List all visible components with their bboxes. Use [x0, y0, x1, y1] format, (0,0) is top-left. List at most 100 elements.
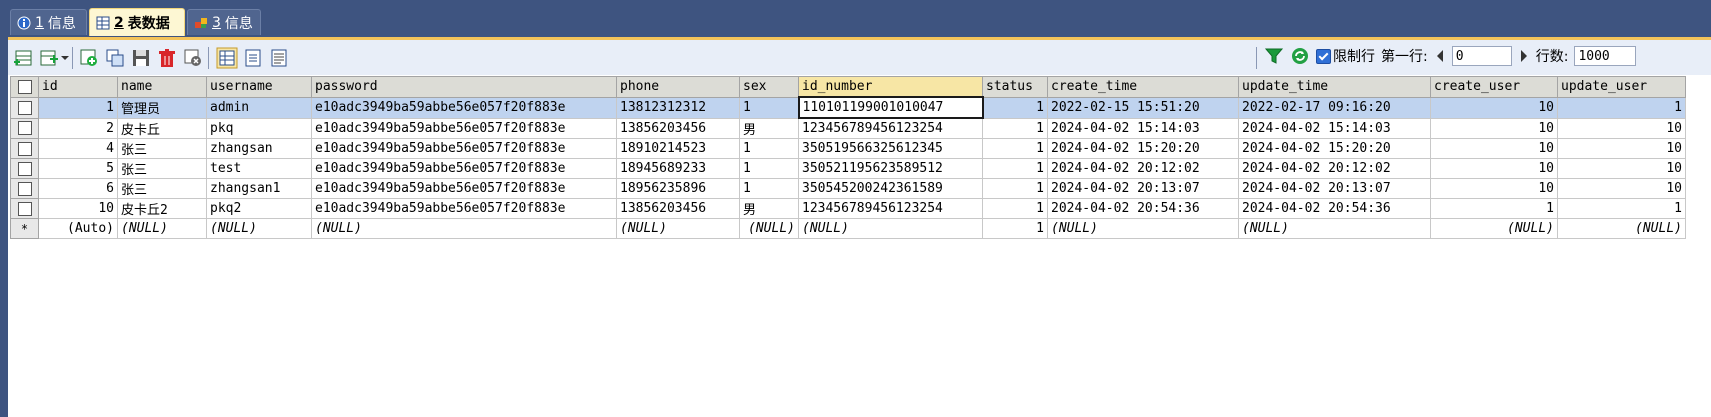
table-cell[interactable]: 2024-04-02 15:14:03 [1047, 117, 1239, 139]
text-view-icon[interactable] [268, 47, 290, 69]
import-icon[interactable] [38, 47, 60, 69]
table-cell[interactable]: 2024-04-02 15:14:03 [1238, 117, 1431, 139]
column-header[interactable]: status [982, 76, 1048, 98]
row-checkbox[interactable] [17, 181, 32, 196]
table-row[interactable]: 5 张三 test e10adc3949ba59abbe56e057f20f883e 1… [10, 158, 1686, 179]
table-cell[interactable]: 10 [1557, 138, 1686, 159]
row-checkbox[interactable] [17, 201, 32, 216]
column-header[interactable]: phone [616, 76, 740, 98]
table-cell[interactable]: (NULL) [1430, 218, 1558, 239]
table-row[interactable]: 4 张三 zhangsan e10adc3949ba59abbe56e057f20f8… [10, 138, 1686, 159]
table-cell[interactable]: 2024-04-02 15:20:20 [1047, 138, 1239, 159]
row-selector[interactable] [10, 96, 39, 119]
table-row[interactable]: 10 皮卡丘2 pkq2 e10adc3949ba59abbe56e057f20f88… [10, 198, 1686, 219]
table-cell[interactable]: 男 [739, 198, 799, 219]
table-cell[interactable]: test [206, 158, 312, 179]
row-checkbox[interactable] [17, 141, 32, 156]
row-checkbox[interactable] [17, 161, 32, 176]
column-header-selected[interactable]: id_number [798, 76, 983, 98]
table-row[interactable]: 2 皮卡丘 pkq e10adc3949ba59abbe56e057f20f883e 1… [10, 117, 1686, 139]
table-cell[interactable]: 1 [1557, 96, 1686, 119]
save-icon[interactable] [130, 47, 152, 69]
table-cell[interactable]: (Auto) [38, 218, 118, 239]
table-cell[interactable]: (NULL) [739, 218, 799, 239]
table-cell[interactable]: 13856203456 [616, 117, 740, 139]
row-count-input[interactable]: 1000 [1574, 46, 1637, 66]
column-header[interactable]: password [311, 76, 617, 98]
table-cell[interactable]: 123456789456123254 [798, 117, 983, 139]
table-cell[interactable]: 张三 [117, 178, 207, 199]
table-cell[interactable]: e10adc3949ba59abbe56e057f20f883e [311, 198, 617, 219]
table-cell[interactable]: 10 [1430, 117, 1558, 139]
table-cell[interactable]: 1 [982, 158, 1048, 179]
table-cell[interactable]: 1 [739, 158, 799, 179]
table-cell[interactable]: 1 [38, 96, 118, 119]
filter-icon[interactable] [1264, 46, 1284, 66]
table-cell[interactable]: 2022-02-15 15:51:20 [1047, 96, 1239, 119]
table-cell[interactable]: 1 [982, 96, 1048, 119]
table-cell[interactable]: 管理员 [117, 96, 207, 119]
table-cell[interactable]: 110101199001010047 [797, 96, 984, 119]
table-cell[interactable]: 10 [1430, 158, 1558, 179]
table-cell[interactable]: 6 [38, 178, 118, 199]
tab-table-data[interactable]: 2 表数据 [89, 8, 185, 36]
table-cell[interactable]: e10adc3949ba59abbe56e057f20f883e [311, 96, 617, 119]
table-cell[interactable]: 1 [739, 138, 799, 159]
table-cell[interactable]: 1 [982, 117, 1048, 139]
table-cell[interactable]: (NULL) [311, 218, 617, 239]
table-cell[interactable]: zhangsan1 [206, 178, 312, 199]
table-cell[interactable]: 10 [1557, 158, 1686, 179]
table-row[interactable]: 1 管理员 admin e10adc3949ba59abbe56e057f20f883… [10, 96, 1686, 119]
form-view-icon[interactable] [242, 47, 264, 69]
tab-info-1[interactable]: 1 信息 [10, 9, 87, 35]
select-all-checkbox[interactable] [17, 79, 32, 94]
delete-icon[interactable] [156, 47, 178, 69]
row-checkbox[interactable] [17, 121, 32, 136]
table-cell[interactable]: 2024-04-02 20:54:36 [1047, 198, 1239, 219]
first-row-input[interactable]: 0 [1451, 46, 1512, 66]
chevron-down-icon[interactable] [60, 47, 70, 69]
table-cell[interactable]: 2024-04-02 20:12:02 [1238, 158, 1431, 179]
table-cell[interactable]: e10adc3949ba59abbe56e057f20f883e [311, 138, 617, 159]
cancel-changes-icon[interactable] [182, 47, 204, 69]
table-cell[interactable]: 男 [739, 117, 799, 139]
table-cell[interactable]: 1 [1557, 198, 1686, 219]
table-cell[interactable]: 350521195623589512 [798, 158, 983, 179]
table-cell[interactable]: 13856203456 [616, 198, 740, 219]
row-selector[interactable] [10, 198, 39, 219]
refresh-icon[interactable] [1290, 46, 1310, 66]
table-cell[interactable]: (NULL) [117, 218, 207, 239]
column-header[interactable]: name [117, 76, 207, 98]
table-cell[interactable]: zhangsan [206, 138, 312, 159]
table-cell[interactable]: 4 [38, 138, 118, 159]
column-header[interactable]: create_time [1047, 76, 1239, 98]
table-cell[interactable]: (NULL) [616, 218, 740, 239]
next-page-button[interactable] [1518, 47, 1530, 65]
table-cell[interactable]: 1 [982, 218, 1048, 239]
table-row[interactable]: 6 张三 zhangsan1 e10adc3949ba59abbe56e057f20f… [10, 178, 1686, 199]
row-selector[interactable] [10, 117, 39, 139]
table-cell[interactable]: 2024-04-02 20:13:07 [1047, 178, 1239, 199]
table-cell[interactable]: (NULL) [1238, 218, 1431, 239]
insert-row-icon[interactable] [12, 47, 34, 69]
table-cell[interactable]: 1 [739, 96, 799, 119]
table-cell[interactable]: admin [206, 96, 312, 119]
table-cell[interactable]: pkq [206, 117, 312, 139]
table-cell[interactable]: 10 [1430, 178, 1558, 199]
table-cell[interactable]: e10adc3949ba59abbe56e057f20f883e [311, 158, 617, 179]
row-checkbox[interactable] [17, 100, 32, 115]
table-cell[interactable]: e10adc3949ba59abbe56e057f20f883e [311, 178, 617, 199]
table-cell[interactable]: (NULL) [1047, 218, 1239, 239]
table-cell[interactable]: 350545200242361589 [798, 178, 983, 199]
table-cell[interactable]: 2022-02-17 09:16:20 [1238, 96, 1431, 119]
limit-rows-checkbox[interactable] [1316, 48, 1331, 64]
table-cell[interactable]: 皮卡丘2 [117, 198, 207, 219]
table-cell[interactable]: 10 [1557, 178, 1686, 199]
column-header[interactable]: update_time [1238, 76, 1431, 98]
prev-page-button[interactable] [1434, 47, 1446, 65]
table-cell[interactable]: e10adc3949ba59abbe56e057f20f883e [311, 117, 617, 139]
table-cell[interactable]: 10 [1430, 96, 1558, 119]
table-cell[interactable]: 1 [1430, 198, 1558, 219]
table-cell[interactable]: 2024-04-02 20:13:07 [1238, 178, 1431, 199]
column-header[interactable]: create_user [1430, 76, 1558, 98]
